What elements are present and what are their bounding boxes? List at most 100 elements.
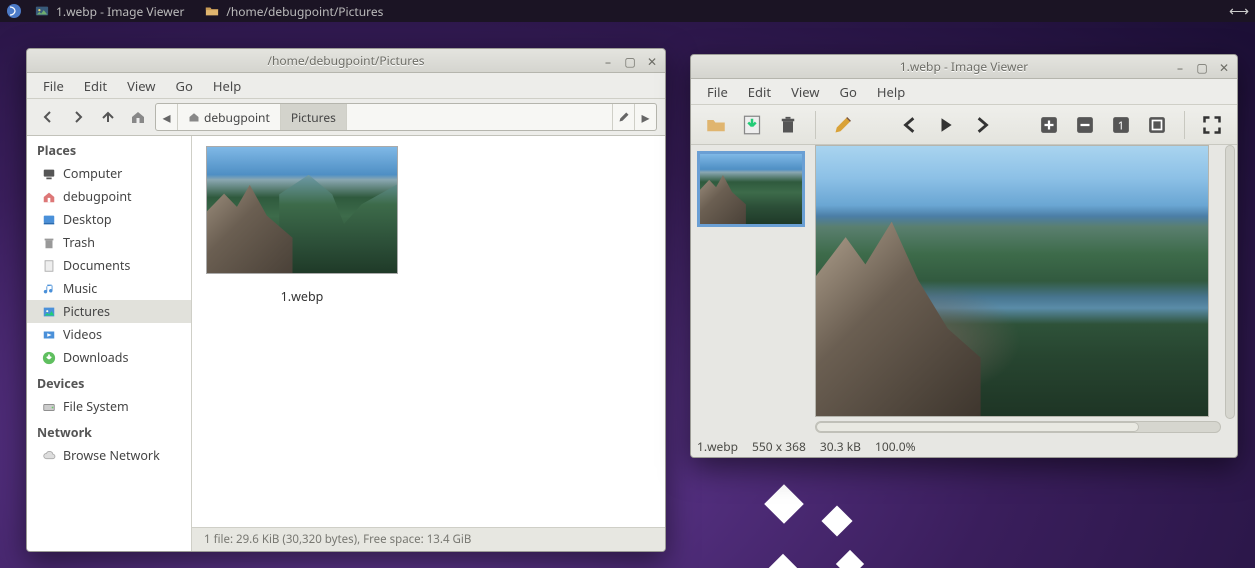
horizontal-scrollbar[interactable]	[815, 421, 1221, 433]
sidebar-item-pictures[interactable]: Pictures	[27, 300, 191, 323]
close-button[interactable]: ✕	[1215, 58, 1233, 76]
sidebar-item-music[interactable]: Music	[27, 277, 191, 300]
sidebar-item-label: Videos	[63, 326, 102, 343]
sidebar-item-trash[interactable]: Trash	[27, 231, 191, 254]
menu-edit[interactable]: Edit	[74, 74, 117, 98]
fullscreen-button[interactable]	[1197, 110, 1227, 140]
sidebar-item-label: debugpoint	[63, 188, 132, 205]
slideshow-button[interactable]	[931, 110, 961, 140]
file-manager-toolbar: ◂ debugpoint Pictures ▸	[27, 99, 665, 135]
sidebar-item-file-system[interactable]: File System	[27, 395, 191, 418]
zoom-in-button[interactable]	[1034, 110, 1064, 140]
delete-button[interactable]	[773, 110, 803, 140]
panel-expand-icon[interactable]: ⟷	[1227, 2, 1251, 21]
open-button[interactable]	[701, 110, 731, 140]
video-icon	[41, 327, 57, 343]
prev-image-button[interactable]	[895, 110, 925, 140]
menu-edit[interactable]: Edit	[738, 80, 781, 104]
sidebar-item-videos[interactable]: Videos	[27, 323, 191, 346]
file-manager-titlebar[interactable]: /home/debugpoint/Pictures – ▢ ✕	[27, 49, 665, 73]
taskbar-item-image-viewer[interactable]: 1.webp - Image Viewer	[24, 0, 194, 22]
desktop-icon	[41, 212, 57, 228]
path-scroll-left[interactable]: ◂	[156, 104, 178, 130]
file-item[interactable]: 1.webp	[202, 146, 402, 305]
path-segment-label: Pictures	[291, 109, 336, 126]
zoom-100-button[interactable]: 1	[1106, 110, 1136, 140]
doc-icon	[41, 258, 57, 274]
path-scroll-right[interactable]: ▸	[634, 104, 656, 130]
zoom-fit-button[interactable]	[1142, 110, 1172, 140]
status-filename: 1.webp	[697, 438, 738, 455]
sidebar-item-label: Desktop	[63, 211, 112, 228]
desktop-decoration	[764, 484, 804, 524]
maximize-button[interactable]: ▢	[1193, 58, 1211, 76]
menu-view[interactable]: View	[117, 74, 165, 98]
computer-icon	[41, 166, 57, 182]
path-segment-label: debugpoint	[204, 109, 270, 126]
sidebar-item-documents[interactable]: Documents	[27, 254, 191, 277]
home-icon	[41, 189, 57, 205]
menu-help[interactable]: Help	[203, 74, 251, 98]
file-manager-window: /home/debugpoint/Pictures – ▢ ✕ File Edi…	[26, 48, 666, 552]
path-segment-pictures[interactable]: Pictures	[281, 104, 347, 130]
close-button[interactable]: ✕	[643, 52, 661, 70]
sidebar-item-label: Computer	[63, 165, 122, 182]
menu-file[interactable]: File	[33, 74, 74, 98]
download-icon	[41, 350, 57, 366]
thumbnail-item[interactable]	[697, 151, 805, 227]
vertical-scrollbar[interactable]	[1225, 145, 1235, 419]
sidebar-item-browse-network[interactable]: Browse Network	[27, 444, 191, 467]
sidebar-item-debugpoint[interactable]: debugpoint	[27, 185, 191, 208]
nav-forward-button[interactable]	[65, 104, 91, 130]
music-icon	[41, 281, 57, 297]
sidebar-heading-devices: Devices	[27, 369, 191, 395]
maximize-button[interactable]: ▢	[621, 52, 639, 70]
menu-go[interactable]: Go	[166, 74, 203, 98]
menu-file[interactable]: File	[697, 80, 738, 104]
path-bar: ◂ debugpoint Pictures ▸	[155, 103, 657, 131]
edit-button[interactable]	[828, 110, 858, 140]
taskbar-item-label: /home/debugpoint/Pictures	[226, 3, 383, 20]
image-canvas[interactable]	[815, 145, 1209, 417]
nav-home-button[interactable]	[125, 104, 151, 130]
next-image-button[interactable]	[967, 110, 997, 140]
image-view-pane	[811, 145, 1237, 435]
sidebar-item-downloads[interactable]: Downloads	[27, 346, 191, 369]
status-zoom: 100.0%	[875, 438, 916, 455]
path-segment-home[interactable]: debugpoint	[178, 104, 281, 130]
save-button[interactable]	[737, 110, 767, 140]
sidebar-item-desktop[interactable]: Desktop	[27, 208, 191, 231]
file-name: 1.webp	[202, 288, 402, 305]
window-title: /home/debugpoint/Pictures	[268, 52, 425, 69]
trash-icon	[41, 235, 57, 251]
sidebar-heading-network: Network	[27, 418, 191, 444]
sidebar-heading-places: Places	[27, 136, 191, 162]
top-panel: 1.webp - Image Viewer /home/debugpoint/P…	[0, 0, 1255, 22]
file-manager-content[interactable]: 1.webp	[192, 136, 665, 527]
image-viewer-titlebar[interactable]: 1.webp - Image Viewer – ▢ ✕	[691, 55, 1237, 79]
desktop-decoration	[821, 505, 852, 536]
taskbar-item-label: 1.webp - Image Viewer	[56, 3, 184, 20]
thumbnail-pane	[691, 145, 811, 435]
minimize-button[interactable]: –	[599, 52, 617, 70]
sidebar-item-label: Documents	[63, 257, 130, 274]
minimize-button[interactable]: –	[1171, 58, 1189, 76]
desktop-decoration	[762, 554, 804, 568]
folder-icon	[204, 3, 220, 19]
path-edit-button[interactable]	[612, 104, 634, 130]
taskbar-item-file-manager[interactable]: /home/debugpoint/Pictures	[194, 0, 393, 22]
zoom-out-button[interactable]	[1070, 110, 1100, 140]
sidebar-item-computer[interactable]: Computer	[27, 162, 191, 185]
nav-up-button[interactable]	[95, 104, 121, 130]
sidebar-item-label: Music	[63, 280, 97, 297]
sidebar-item-label: File System	[63, 398, 129, 415]
nav-back-button[interactable]	[35, 104, 61, 130]
menu-go[interactable]: Go	[830, 80, 867, 104]
displayed-image	[815, 145, 1209, 417]
svg-text:1: 1	[1118, 118, 1124, 133]
menu-view[interactable]: View	[781, 80, 829, 104]
sidebar-item-label: Downloads	[63, 349, 128, 366]
image-viewer-statusbar: 1.webp 550 x 368 30.3 kB 100.0%	[691, 435, 1237, 457]
menu-help[interactable]: Help	[867, 80, 915, 104]
start-menu-icon[interactable]	[4, 1, 24, 21]
